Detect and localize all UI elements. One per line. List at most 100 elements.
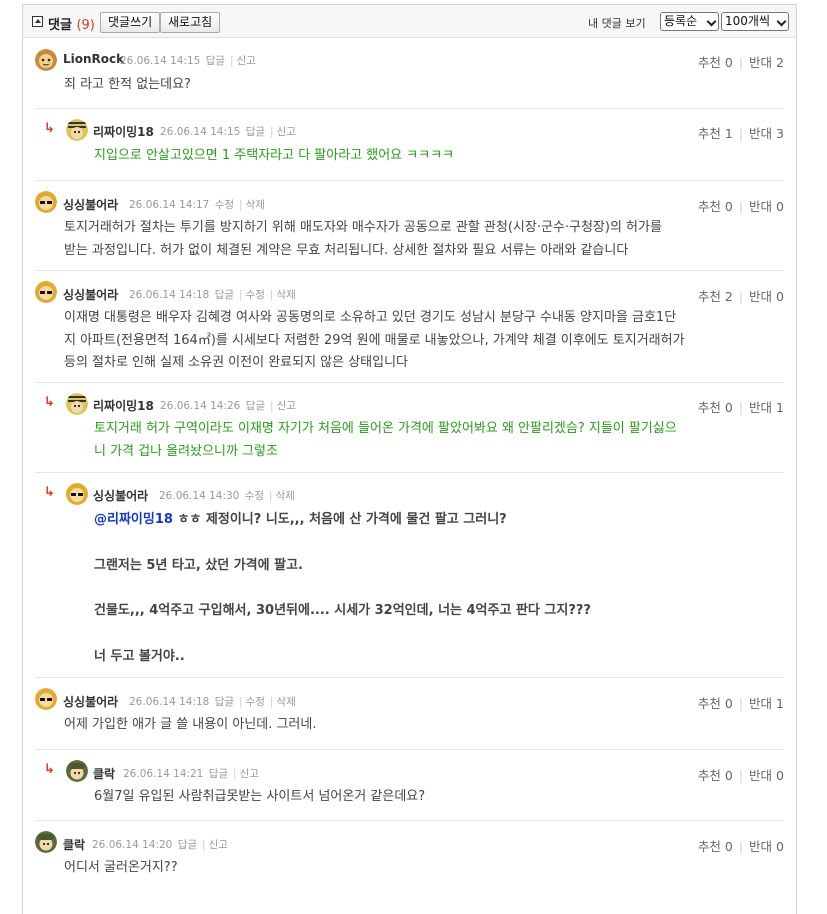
avatar-soldier-icon [66, 760, 88, 782]
edit-link[interactable]: 수정 [215, 199, 234, 211]
comment-text-line: 이재명 대통령은 배우자 김혜경 여사와 공동명의로 소유하고 있던 경기도 성… [64, 310, 677, 325]
avatar-sunglasses-icon [35, 688, 57, 710]
edit-link[interactable]: 수정 [245, 490, 264, 502]
reply-comment-item: ↳ 싱싱불어라 26.06.14 14:30 수정 | 삭제 @리짜이밍18 ㅎㅎ … [35, 473, 784, 678]
report-link[interactable]: 신고 [277, 126, 296, 138]
comment-author[interactable]: 싱싱불어라 [63, 693, 118, 710]
comment-author[interactable]: 싱싱불어라 [63, 286, 118, 303]
comment-body: 지입으로 안살고있으면 1 주택자라고 다 팔아라고 했어요 ㅋㅋㅋㅋ [94, 145, 784, 168]
reply-arrow-icon: ↳ [44, 485, 55, 500]
vote-box: 추천 2 | 반대 0 [697, 289, 784, 304]
downvote-button[interactable]: 반대 [749, 199, 772, 214]
my-comments-link[interactable]: 내 댓글 보기 [588, 15, 646, 31]
upvote-count: 1 [724, 126, 733, 141]
downvote-button[interactable]: 반대 [749, 696, 772, 711]
upvote-button[interactable]: 추천 [698, 839, 721, 854]
per-page-select-value: 100개씩 [725, 14, 770, 28]
chevron-down-icon [706, 16, 717, 27]
reply-arrow-icon: ↳ [44, 395, 55, 410]
reply-comment-item: ↳ 클락 26.06.14 14:21 답글 | 신고 추천 0 | 반대 0 6월7일… [35, 750, 784, 821]
upvote-button[interactable]: 추천 [698, 126, 721, 141]
upvote-count: 0 [724, 199, 733, 214]
comment-panel: 댓글 (9) 댓글쓰기 새로고침 내 댓글 보기 등록순 100개씩 LionR… [22, 4, 797, 914]
downvote-count: 0 [776, 839, 784, 854]
comment-meta: 26.06.14 14:15 답글 | 신고 [160, 126, 296, 138]
refresh-button[interactable]: 새로고침 [160, 12, 221, 33]
downvote-count: 2 [776, 55, 784, 70]
report-link[interactable]: 신고 [277, 400, 296, 412]
report-link[interactable]: 신고 [240, 768, 259, 780]
upvote-button[interactable]: 추천 [698, 696, 721, 711]
upvote-button[interactable]: 추천 [698, 55, 721, 70]
delete-link[interactable]: 삭제 [246, 199, 265, 211]
upvote-button[interactable]: 추천 [698, 289, 721, 304]
downvote-button[interactable]: 반대 [749, 289, 772, 304]
comment-title: 댓글 (9) [48, 14, 95, 33]
delete-link[interactable]: 삭제 [276, 289, 295, 301]
downvote-button[interactable]: 반대 [749, 400, 772, 415]
comment-meta: 26.06.14 14:18 답글 | 수정 | 삭제 [129, 696, 296, 708]
reply-link[interactable]: 답글 [215, 696, 234, 708]
downvote-count: 0 [776, 289, 784, 304]
comment-text-segment: ㅎㅎ 제정이니? 니도,,, 처음에 산 가격에 물건 팔고 그러니? [177, 512, 507, 527]
comment-author[interactable]: 클락 [93, 765, 115, 782]
comment-body: @리짜이밍18 ㅎㅎ 제정이니? 니도,,, 처음에 산 가격에 물건 팔고 그… [94, 509, 769, 668]
comment-text-line: 받는 과정입니다. 허가 없이 체결된 계약은 무효 처리됩니다. 상세한 절차… [64, 242, 629, 258]
upvote-count: 0 [724, 839, 733, 854]
write-comment-button[interactable]: 댓글쓰기 [100, 12, 161, 33]
reply-link[interactable]: 답글 [246, 126, 265, 138]
downvote-button[interactable]: 반대 [749, 768, 772, 783]
vote-box: 추천 0 | 반대 1 [697, 400, 784, 415]
comment-text-line: 6월7일 유입된 사람취급못받는 사이트서 넘어온거 같은데요? [94, 789, 426, 804]
delete-link[interactable]: 삭제 [276, 696, 295, 708]
avatar-sunglasses-icon [35, 191, 57, 213]
comment-item: 싱싱불어라 26.06.14 14:18 답글 | 수정 | 삭제 추천 2 | 반대 0 … [35, 271, 784, 383]
report-link[interactable]: 신고 [209, 839, 228, 851]
collapse-toggle-icon[interactable] [32, 16, 43, 27]
downvote-button[interactable]: 반대 [749, 839, 772, 854]
upvote-button[interactable]: 추천 [698, 768, 721, 783]
comment-body: 이재명 대통령은 배우자 김혜경 여사와 공동명의로 소유하고 있던 경기도 성… [64, 307, 769, 375]
reply-link[interactable]: 답글 [246, 400, 265, 412]
upvote-count: 0 [724, 696, 733, 711]
comment-body: 토지거래 허가 구역이라도 이재명 자기가 처음에 들어온 가격에 팔았어봐요 … [94, 418, 769, 463]
comment-author[interactable]: 리짜이밍18 [93, 397, 154, 414]
comment-time: 26.06.14 14:21 [123, 768, 204, 780]
mention-link[interactable]: @리짜이밍18 [94, 512, 173, 527]
reply-comment-item: ↳ 리짜이밍18 26.06.14 14:15 답글 | 신고 추천 1 | 반대 3 … [35, 109, 784, 181]
comment-meta: 26.06.14 14:18 답글 | 수정 | 삭제 [129, 289, 296, 301]
reply-link[interactable]: 답글 [209, 768, 228, 780]
upvote-count: 0 [724, 768, 733, 783]
comment-time: 26.06.14 14:18 [129, 289, 210, 301]
upvote-count: 0 [724, 55, 733, 70]
comment-author[interactable]: 클락 [63, 836, 85, 853]
downvote-button[interactable]: 반대 [749, 55, 772, 70]
upvote-button[interactable]: 추천 [698, 199, 721, 214]
reply-link[interactable]: 답글 [215, 289, 234, 301]
delete-link[interactable]: 삭제 [276, 490, 295, 502]
comment-author[interactable]: 리짜이밍18 [93, 123, 154, 140]
sort-select[interactable]: 등록순 [660, 12, 719, 31]
downvote-button[interactable]: 반대 [749, 126, 772, 141]
avatar-lion-icon [35, 49, 57, 71]
reply-link[interactable]: 답글 [206, 55, 225, 67]
comment-author[interactable]: 싱싱불어라 [63, 196, 118, 213]
comment-author[interactable]: 싱싱불어라 [93, 487, 148, 504]
reply-link[interactable]: 답글 [178, 839, 197, 851]
reply-arrow-icon: ↳ [44, 121, 55, 136]
comment-author[interactable]: LionRock [63, 52, 124, 66]
comment-text-line: 너 두고 볼거야.. [94, 648, 185, 664]
edit-link[interactable]: 수정 [246, 289, 265, 301]
edit-link[interactable]: 수정 [246, 696, 265, 708]
avatar-sunglasses-icon [35, 281, 57, 303]
upvote-count: 0 [724, 400, 733, 415]
per-page-select[interactable]: 100개씩 [721, 12, 789, 31]
comment-body: 어제 가입한 애가 글 쓸 내용이 아닌데. 그러네. [64, 714, 754, 737]
upvote-button[interactable]: 추천 [698, 400, 721, 415]
report-link[interactable]: 신고 [237, 55, 256, 67]
comment-time: 26.06.14 14:15 [120, 55, 201, 67]
comment-time: 26.06.14 14:18 [129, 696, 210, 708]
sort-select-value: 등록순 [664, 14, 698, 28]
avatar-soldier-icon [35, 831, 57, 853]
comment-meta: 26.06.14 14:20 답글 | 신고 [92, 839, 228, 851]
